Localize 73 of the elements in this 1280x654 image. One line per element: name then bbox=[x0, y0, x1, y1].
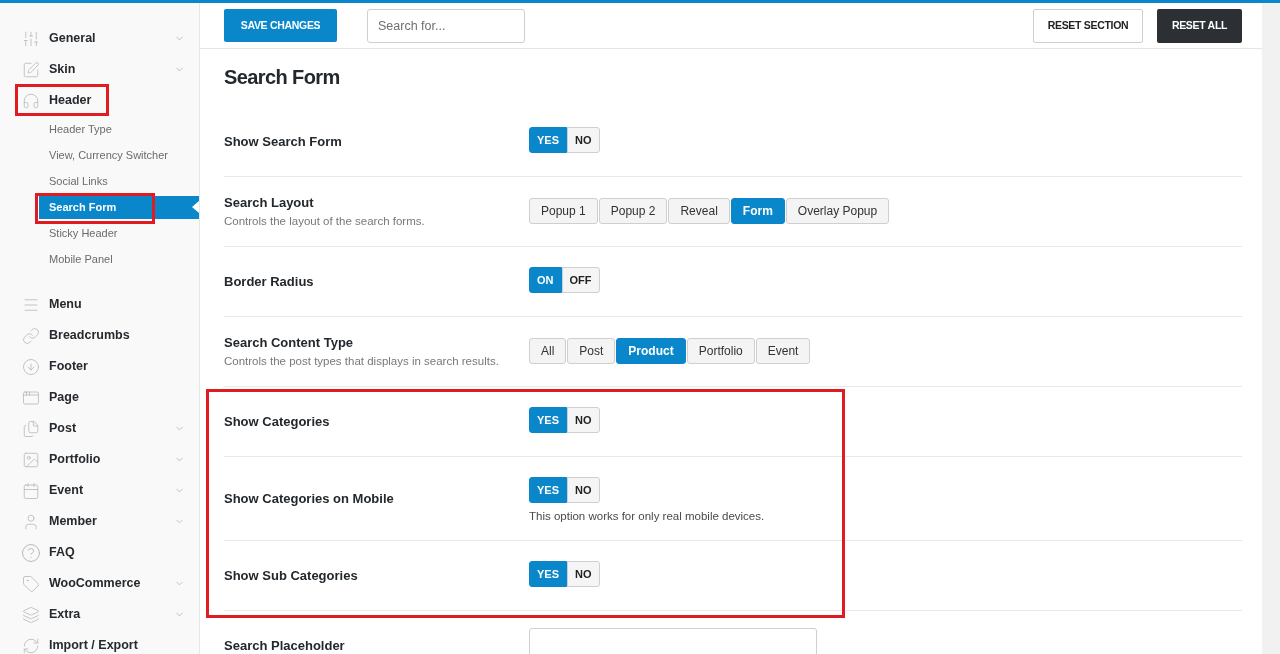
sidebar-item[interactable]: Breadcrumbs bbox=[0, 320, 199, 351]
search-field[interactable]: Search for... bbox=[367, 8, 525, 43]
image-icon bbox=[22, 450, 40, 469]
sidebar-item[interactable]: Page bbox=[0, 382, 199, 413]
submenu-item[interactable]: Mobile Panel bbox=[39, 246, 199, 272]
sidebar-item[interactable]: General bbox=[0, 23, 199, 54]
option-button[interactable]: Popup 1 bbox=[529, 198, 598, 224]
documents-icon bbox=[22, 419, 40, 438]
sidebar-item[interactable]: Extra bbox=[0, 599, 199, 630]
reset-section-button[interactable]: RESET SECTION bbox=[1033, 8, 1143, 43]
toggle-option[interactable]: ON bbox=[529, 267, 562, 293]
refresh-icon bbox=[22, 636, 40, 654]
arrow-down-circle-icon bbox=[22, 357, 40, 376]
sidebar-item[interactable]: Header bbox=[0, 85, 199, 116]
setting-description: Controls the layout of the search forms. bbox=[224, 213, 426, 229]
sliders-icon bbox=[22, 29, 40, 48]
sidebar-item[interactable]: Import / Export bbox=[0, 630, 199, 654]
option-button[interactable]: All bbox=[529, 338, 567, 364]
setting-label: Border Radius bbox=[224, 273, 315, 290]
sidebar-item[interactable]: Skin bbox=[0, 54, 199, 85]
link-icon bbox=[22, 326, 40, 345]
sidebar-item[interactable]: Portfolio bbox=[0, 444, 199, 475]
sidebar-item[interactable]: Menu bbox=[0, 289, 199, 320]
toggle-option[interactable]: OFF bbox=[561, 267, 600, 293]
sidebar-item[interactable]: Footer bbox=[0, 351, 199, 382]
calendar-icon bbox=[22, 481, 40, 500]
pen-square-icon bbox=[22, 60, 40, 79]
setting-label: Show Sub Categories bbox=[224, 567, 359, 584]
layers-icon bbox=[22, 605, 40, 624]
submenu-item[interactable]: Social Links bbox=[39, 168, 199, 194]
toggle-option[interactable]: YES bbox=[529, 407, 567, 433]
toggle-option[interactable]: YES bbox=[529, 477, 567, 503]
scrollbar-track[interactable] bbox=[1262, 3, 1280, 654]
option-button[interactable]: Product bbox=[616, 338, 686, 364]
submenu-item[interactable]: Search Form bbox=[39, 196, 199, 219]
sidebar-item[interactable]: FAQ bbox=[0, 537, 199, 568]
sidebar-item[interactable]: Member bbox=[0, 506, 199, 537]
reset-all-button[interactable]: RESET ALL bbox=[1157, 8, 1242, 43]
sidebar-item[interactable]: Event bbox=[0, 475, 199, 506]
option-button[interactable]: Post bbox=[567, 338, 616, 364]
setting-label: Search Placeholder bbox=[224, 637, 346, 654]
toggle-option[interactable]: YES bbox=[529, 127, 567, 153]
option-button[interactable]: Popup 2 bbox=[598, 198, 668, 224]
toggle-option[interactable]: NO bbox=[567, 127, 600, 153]
option-button[interactable]: Overlay Popup bbox=[785, 198, 890, 224]
toggle-option[interactable]: YES bbox=[529, 561, 567, 587]
setting-label: Show Categories bbox=[224, 413, 331, 430]
toggle-option[interactable]: NO bbox=[567, 477, 600, 503]
input-field[interactable] bbox=[529, 628, 817, 654]
toggle-option[interactable]: NO bbox=[567, 561, 600, 587]
option-button[interactable]: Portfolio bbox=[686, 338, 755, 364]
option-button[interactable]: Reveal bbox=[668, 198, 730, 224]
option-button[interactable]: Form bbox=[730, 198, 785, 224]
headphones-icon bbox=[22, 91, 40, 110]
setting-label: Search Content Type bbox=[224, 333, 355, 351]
user-icon bbox=[22, 512, 40, 531]
toggle-option[interactable]: NO bbox=[567, 407, 600, 433]
submenu-item[interactable]: Sticky Header bbox=[39, 220, 199, 246]
setting-label: Search Layout bbox=[224, 193, 315, 211]
submenu-item[interactable]: Header Type bbox=[39, 116, 199, 142]
setting-description: Controls the post types that displays in search results. bbox=[224, 353, 500, 369]
sidebar-item[interactable]: Post bbox=[0, 413, 199, 444]
setting-label: Show Search Form bbox=[224, 133, 343, 150]
setting-label: Show Categories on Mobile bbox=[224, 490, 395, 507]
option-note: This option works for only real mobile devices. bbox=[529, 509, 765, 524]
sidebar-item[interactable]: WooCommerce bbox=[0, 568, 199, 599]
option-button[interactable]: Event bbox=[755, 338, 811, 364]
page-title: Search Form bbox=[224, 65, 341, 88]
submenu-item[interactable]: View, Currency Switcher bbox=[39, 142, 199, 168]
browser-window-icon bbox=[22, 388, 40, 407]
tag-icon bbox=[22, 574, 40, 593]
save-changes-button[interactable]: SAVE CHANGES bbox=[224, 9, 337, 42]
help-icon bbox=[22, 543, 40, 562]
